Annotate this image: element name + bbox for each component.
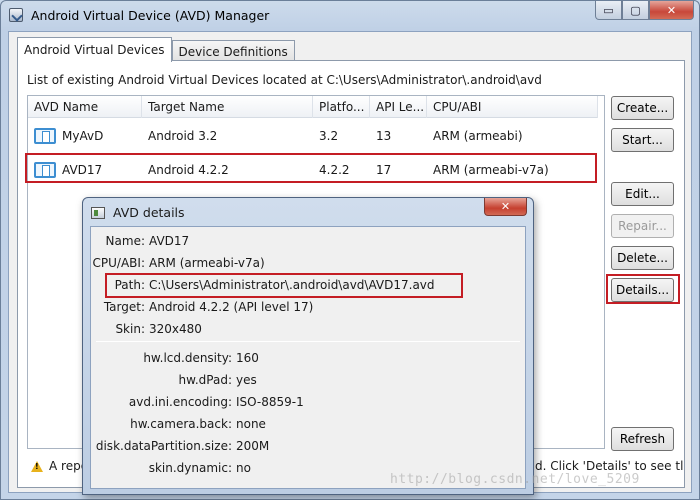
detail-value: 320x480 bbox=[149, 322, 202, 336]
detail-key: CPU/ABI: bbox=[92, 256, 145, 270]
detail-key: Target: bbox=[103, 300, 145, 314]
property-value: ISO-8859-1 bbox=[236, 395, 304, 409]
start-button[interactable]: Start... bbox=[611, 128, 674, 152]
property-row: hw.lcd.density: 160 bbox=[91, 351, 259, 365]
column-header-platform[interactable]: Platfo... bbox=[313, 96, 370, 118]
tab-strip: Android Virtual Devices Device Definitio… bbox=[17, 37, 295, 62]
property-key: disk.dataPartition.size: bbox=[95, 439, 232, 453]
table-row[interactable]: MyAvD Android 3.2 3.2 13 ARM (armeabi) bbox=[28, 120, 598, 152]
property-key: avd.ini.encoding: bbox=[128, 395, 232, 409]
detail-value: ARM (armeabi-v7a) bbox=[149, 256, 265, 270]
title-bar[interactable]: Android Virtual Device (AVD) Manager ▭ ▢… bbox=[1, 1, 699, 31]
property-row: hw.camera.back: none bbox=[91, 417, 266, 431]
target-name-cell: Android 3.2 bbox=[148, 129, 218, 143]
avd-location-label: List of existing Android Virtual Devices… bbox=[27, 73, 542, 87]
avd-table-header: AVD Name Target Name Platfo... API Le...… bbox=[28, 96, 598, 118]
footer-warning: A repo bbox=[31, 459, 88, 473]
selected-row-highlight bbox=[25, 153, 597, 183]
property-key: hw.camera.back: bbox=[130, 417, 232, 431]
dialog-close-button[interactable]: ✕ bbox=[484, 198, 527, 216]
device-icon bbox=[34, 128, 56, 144]
platform-cell: 3.2 bbox=[319, 129, 339, 143]
maximize-button[interactable]: ▢ bbox=[622, 1, 649, 20]
column-header-cpu-abi[interactable]: CPU/ABI bbox=[427, 96, 598, 118]
edit-button[interactable]: Edit... bbox=[611, 182, 674, 206]
window-caption-buttons: ▭ ▢ ✕ bbox=[595, 1, 694, 20]
property-row: avd.ini.encoding: ISO-8859-1 bbox=[91, 395, 304, 409]
minimize-button[interactable]: ▭ bbox=[595, 1, 622, 20]
property-key: hw.lcd.density: bbox=[143, 351, 232, 365]
property-value: 160 bbox=[236, 351, 259, 365]
details-separator bbox=[96, 341, 520, 342]
property-row: hw.dPad: yes bbox=[91, 373, 257, 387]
detail-key: Skin: bbox=[115, 322, 145, 336]
property-value: 200M bbox=[236, 439, 270, 453]
details-button-highlight bbox=[606, 274, 680, 304]
watermark: http://blog.csdn.net/love_5209 bbox=[390, 472, 640, 487]
create-button[interactable]: Create... bbox=[611, 96, 674, 120]
dialog-body: Name: AVD17 CPU/ABI: ARM (armeabi-v7a) P… bbox=[90, 226, 526, 489]
property-row: skin.dynamic: no bbox=[91, 461, 251, 475]
avd-manager-app-icon bbox=[9, 8, 23, 22]
repair-button[interactable]: Repair... bbox=[611, 214, 674, 238]
dialog-title: AVD details bbox=[113, 205, 185, 220]
column-header-target-name[interactable]: Target Name bbox=[142, 96, 313, 118]
column-header-avd-name[interactable]: AVD Name bbox=[28, 96, 142, 118]
detail-value: Android 4.2.2 (API level 17) bbox=[149, 300, 314, 314]
property-key: hw.dPad: bbox=[178, 373, 232, 387]
tab-android-virtual-devices[interactable]: Android Virtual Devices bbox=[17, 37, 172, 62]
detail-skin: Skin: 320x480 bbox=[91, 322, 202, 336]
detail-value: AVD17 bbox=[149, 234, 190, 248]
api-level-cell: 13 bbox=[376, 129, 392, 143]
property-value: none bbox=[236, 417, 266, 431]
tab-device-definitions[interactable]: Device Definitions bbox=[171, 40, 295, 61]
property-row: disk.dataPartition.size: 200M bbox=[91, 439, 269, 453]
path-highlight bbox=[105, 273, 463, 298]
avd-name-cell: MyAvD bbox=[28, 128, 142, 144]
property-key: skin.dynamic: bbox=[148, 461, 232, 475]
property-value: yes bbox=[236, 373, 257, 387]
avd-name: MyAvD bbox=[62, 129, 104, 143]
refresh-button[interactable]: Refresh bbox=[611, 427, 674, 451]
dialog-app-icon bbox=[91, 207, 105, 219]
delete-button[interactable]: Delete... bbox=[611, 246, 674, 270]
avd-details-dialog: AVD details ✕ Name: AVD17 CPU/ABI: ARM (… bbox=[82, 197, 534, 495]
detail-cpu-abi: CPU/ABI: ARM (armeabi-v7a) bbox=[91, 256, 265, 270]
warning-icon bbox=[31, 460, 43, 472]
detail-name: Name: AVD17 bbox=[91, 234, 190, 248]
column-header-api-level[interactable]: API Le... bbox=[370, 96, 427, 118]
property-value: no bbox=[236, 461, 251, 475]
detail-key: Name: bbox=[105, 234, 145, 248]
footer-hint-text: d. Click 'Details' to see tl bbox=[535, 459, 684, 473]
close-button[interactable]: ✕ bbox=[649, 1, 694, 20]
detail-target: Target: Android 4.2.2 (API level 17) bbox=[91, 300, 314, 314]
cpu-abi-cell: ARM (armeabi) bbox=[433, 129, 523, 143]
window-title: Android Virtual Device (AVD) Manager bbox=[31, 8, 270, 23]
